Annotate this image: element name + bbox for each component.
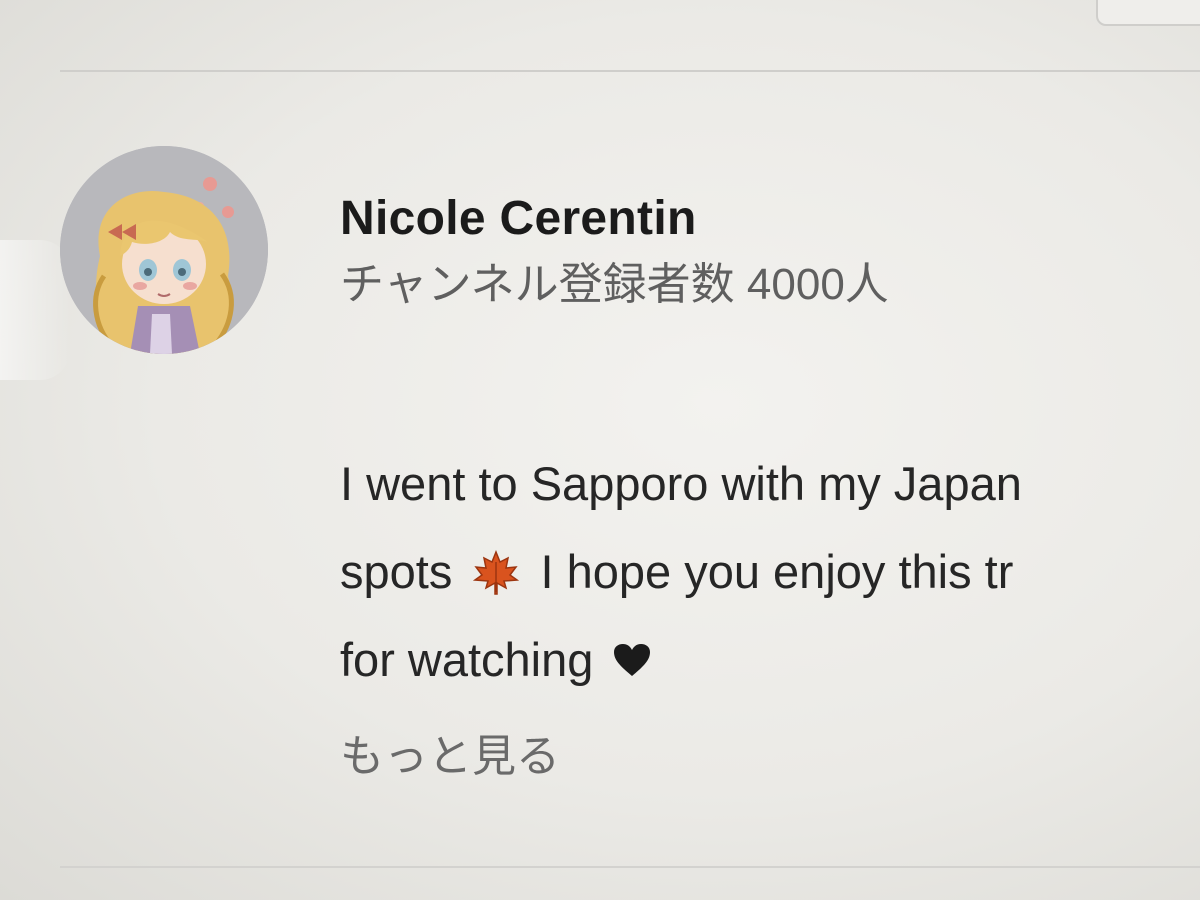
description-text-3: for watching	[340, 633, 594, 686]
avatar-illustration-icon	[60, 146, 268, 354]
section-divider-bottom	[60, 866, 1200, 868]
description-line-2: spots I hope you enjoy this tr	[340, 528, 1200, 616]
description-text-1: I went to Sapporo with my Japan	[340, 457, 1022, 510]
description-text-2b: I hope you enjoy this tr	[540, 545, 1014, 598]
channel-avatar[interactable]	[60, 146, 268, 354]
channel-name[interactable]: Nicole Cerentin	[340, 190, 1200, 248]
description-text-2a: spots	[340, 545, 453, 598]
heart-icon	[612, 618, 652, 704]
maple-leaf-icon	[473, 536, 520, 616]
subscriber-count: チャンネル登録者数 4000人	[340, 260, 889, 309]
show-more-link[interactable]: もっと見る	[340, 724, 560, 790]
description-line-1: I went to Sapporo with my Japan	[340, 440, 1200, 528]
section-divider-top	[60, 70, 1200, 72]
screen-glare	[0, 240, 70, 380]
top-right-button[interactable]	[1096, 0, 1200, 26]
channel-description: I went to Sapporo with my Japan spots I …	[340, 440, 1200, 704]
description-line-3: for watching	[340, 616, 1200, 704]
channel-info: Nicole Cerentin チャンネル登録者数 4000人	[340, 190, 1200, 312]
